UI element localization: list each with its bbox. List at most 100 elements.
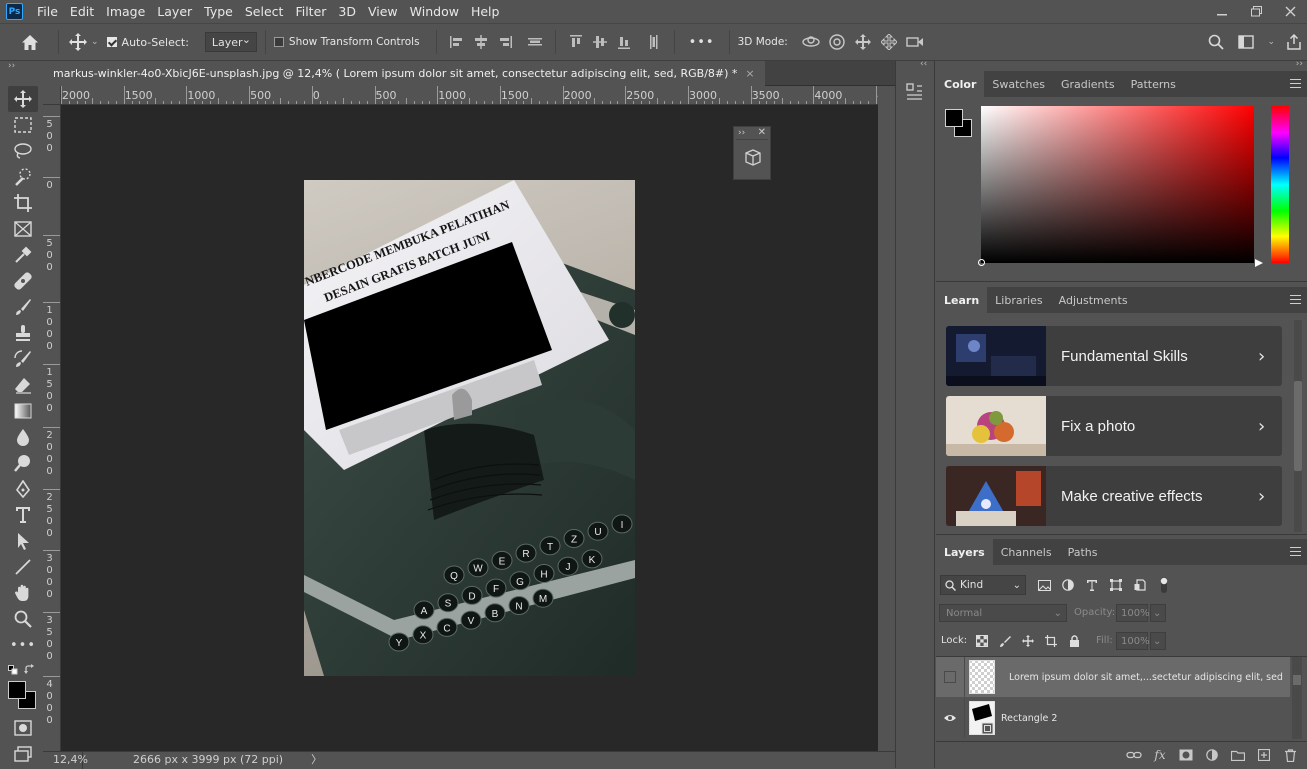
transform-controls-checkbox[interactable]	[273, 37, 284, 47]
path-selection-tool[interactable]	[8, 528, 38, 554]
menu-filter[interactable]: Filter	[289, 0, 332, 23]
3d-slide-button[interactable]	[879, 32, 899, 52]
filter-shape-button[interactable]	[1108, 577, 1124, 593]
quick-mask-button[interactable]	[8, 715, 38, 741]
auto-select-target-dropdown[interactable]: Layer	[204, 32, 257, 52]
distribute-vertical-button[interactable]	[525, 32, 545, 52]
layer-style-button[interactable]: fx	[1147, 746, 1173, 764]
document-tab[interactable]: markus-winkler-4o0-XbicJ6E-unsplash.jpg …	[43, 61, 765, 86]
menu-image[interactable]: Image	[100, 0, 151, 23]
move-tool-preset-button[interactable]	[67, 33, 89, 51]
collapse-panels-icon[interactable]: ‹‹	[920, 59, 927, 69]
lock-position-button[interactable]	[1020, 633, 1036, 649]
swap-colors-icon[interactable]	[24, 664, 35, 675]
layers-scrollbar[interactable]	[1292, 657, 1302, 739]
blur-tool[interactable]	[8, 424, 38, 450]
new-group-button[interactable]	[1225, 746, 1251, 764]
default-colors-icon[interactable]	[8, 665, 18, 675]
dodge-tool[interactable]	[8, 450, 38, 476]
layer-filter-kind-dropdown[interactable]: Kind ⌄	[940, 575, 1026, 595]
color-panel-menu-icon[interactable]	[1290, 79, 1301, 88]
align-top-button[interactable]	[566, 32, 586, 52]
menu-help[interactable]: Help	[465, 0, 506, 23]
lock-transparent-pixels-button[interactable]	[974, 633, 990, 649]
3d-object-icon[interactable]	[744, 149, 762, 167]
collapse-icon[interactable]: ››	[8, 61, 15, 71]
workspace-button[interactable]	[1231, 35, 1261, 49]
tab-channels[interactable]: Channels	[993, 539, 1060, 565]
canvas-area[interactable]: NBERCODE MEMBUKA PELATIHAN DESAIN GRAFIS…	[61, 105, 878, 751]
status-menu-arrow[interactable]: 〉	[311, 752, 322, 769]
expand-icon[interactable]: ››	[738, 128, 745, 138]
filter-smart-object-button[interactable]	[1132, 577, 1148, 593]
link-layers-button[interactable]	[1121, 746, 1147, 764]
edit-toolbar-button[interactable]: •••	[8, 632, 38, 658]
new-layer-button[interactable]	[1251, 746, 1277, 764]
brush-tool[interactable]	[8, 294, 38, 320]
floating-properties-panel[interactable]: ›› ✕	[733, 126, 771, 180]
layer-row-rectangle[interactable]: Rectangle 2	[936, 698, 1290, 738]
quick-selection-tool[interactable]	[8, 164, 38, 190]
collapse-dock-icon[interactable]: ››	[1296, 59, 1303, 69]
chevron-down-icon[interactable]: ⌄	[91, 37, 99, 47]
menu-view[interactable]: View	[362, 0, 404, 23]
home-button[interactable]	[10, 34, 50, 51]
more-options-button[interactable]: •••	[689, 35, 715, 50]
tab-paths[interactable]: Paths	[1060, 539, 1106, 565]
share-button[interactable]	[1281, 34, 1307, 50]
history-brush-tool[interactable]	[8, 346, 38, 372]
menu-window[interactable]: Window	[404, 0, 465, 23]
healing-brush-tool[interactable]	[8, 268, 38, 294]
close-tab-icon[interactable]: ×	[745, 67, 754, 80]
3d-orbit-button[interactable]	[801, 32, 821, 52]
close-window-button[interactable]	[1273, 0, 1307, 22]
tab-libraries[interactable]: Libraries	[987, 287, 1051, 313]
tab-swatches[interactable]: Swatches	[984, 71, 1053, 97]
document-image[interactable]: NBERCODE MEMBUKA PELATIHAN DESAIN GRAFIS…	[304, 180, 635, 676]
align-middle-button[interactable]	[590, 32, 610, 52]
tab-gradients[interactable]: Gradients	[1053, 71, 1123, 97]
canvas-vertical-scrollbar[interactable]	[878, 86, 895, 751]
crop-tool[interactable]	[8, 190, 38, 216]
close-icon[interactable]: ✕	[758, 127, 766, 138]
eyedropper-tool[interactable]	[8, 242, 38, 268]
align-left-button[interactable]	[447, 32, 467, 52]
learn-scrollbar-thumb[interactable]	[1294, 381, 1302, 471]
pen-tool[interactable]	[8, 476, 38, 502]
vertical-ruler[interactable]: 50005001000150020002500300035004000	[43, 105, 61, 751]
delete-layer-button[interactable]	[1277, 746, 1303, 764]
3d-roll-button[interactable]	[827, 32, 847, 52]
restore-button[interactable]	[1239, 0, 1273, 22]
align-bottom-button[interactable]	[614, 32, 634, 52]
tab-color[interactable]: Color	[936, 71, 985, 97]
fill-slider-toggle[interactable]: ⌄	[1150, 632, 1166, 650]
menu-edit[interactable]: Edit	[64, 0, 100, 23]
3d-camera-button[interactable]	[905, 32, 925, 52]
chevron-down-icon[interactable]: ⌄	[1267, 37, 1275, 47]
learn-panel-menu-icon[interactable]	[1290, 295, 1301, 304]
new-adjustment-layer-button[interactable]	[1199, 746, 1225, 764]
color-picker-handle[interactable]	[978, 259, 985, 266]
filter-adjustment-button[interactable]	[1060, 577, 1076, 593]
fill-input[interactable]: 100%	[1116, 632, 1150, 650]
history-panel-button[interactable]	[906, 83, 926, 103]
search-button[interactable]	[1201, 34, 1231, 50]
marquee-tool[interactable]	[8, 112, 38, 138]
ruler-origin[interactable]	[43, 86, 61, 105]
lock-artboard-button[interactable]	[1043, 633, 1059, 649]
blend-mode-dropdown[interactable]: Normal ⌄	[939, 604, 1067, 622]
horizontal-ruler[interactable]: 2000 1500 1000 500 0 500 1000 1500 2000 2500 3000 3…	[61, 86, 878, 105]
gradient-tool[interactable]	[8, 398, 38, 424]
menu-layer[interactable]: Layer	[151, 0, 198, 23]
menu-type[interactable]: Type	[198, 0, 239, 23]
auto-select-checkbox[interactable]	[106, 37, 117, 47]
move-tool[interactable]	[8, 86, 38, 112]
lock-image-pixels-button[interactable]	[997, 633, 1013, 649]
align-right-button[interactable]	[495, 32, 515, 52]
clone-stamp-tool[interactable]	[8, 320, 38, 346]
layer-row-text[interactable]: Lorem ipsum dolor sit amet,...sectetur a…	[936, 657, 1290, 697]
tab-learn[interactable]: Learn	[936, 287, 988, 313]
learn-card-creative-effects[interactable]: Make creative effects ›	[946, 466, 1282, 526]
screen-mode-button[interactable]	[8, 741, 38, 767]
zoom-level[interactable]: 12,4%	[43, 751, 88, 769]
